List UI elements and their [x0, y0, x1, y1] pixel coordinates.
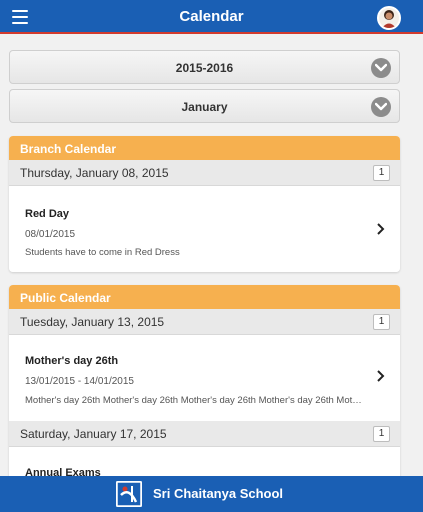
main-content: 2015-2016 January Branch Calendar Thursd… [0, 36, 423, 476]
date-row: Tuesday, January 13, 2015 1 [9, 309, 400, 335]
event-item[interactable]: Red Day 08/01/2015 Students have to come… [9, 186, 400, 272]
chevron-right-icon [377, 370, 385, 382]
event-title: Red Day [25, 208, 70, 220]
year-selector-label: 2015-2016 [175, 61, 234, 75]
branch-calendar-section: Branch Calendar Thursday, January 08, 20… [9, 136, 400, 272]
page-title: Calendar [179, 8, 244, 25]
count-badge: 1 [373, 426, 390, 442]
month-selector-label: January [181, 100, 228, 114]
section-header: Branch Calendar [9, 136, 400, 160]
event-description: Students have to come in Red Dress [25, 247, 180, 258]
date-label: Saturday, January 17, 2015 [20, 427, 167, 441]
school-logo [116, 481, 142, 507]
avatar[interactable] [377, 6, 401, 30]
date-row: Saturday, January 17, 2015 1 [9, 421, 400, 447]
event-description: Mother's day 26th Mother's day 26th Moth… [25, 395, 365, 406]
date-label: Thursday, January 08, 2015 [20, 166, 169, 180]
event-title: Annual Exams [25, 467, 101, 476]
app-bar: Calendar [0, 0, 423, 34]
event-title: Mother's day 26th [25, 355, 119, 367]
footer-bar: Sri Chaitanya School [0, 476, 423, 512]
event-date: 08/01/2015 [25, 229, 76, 240]
date-label: Tuesday, January 13, 2015 [20, 315, 165, 329]
count-badge: 1 [373, 165, 390, 181]
section-header: Public Calendar [9, 285, 400, 309]
chevron-down-icon [371, 58, 391, 78]
event-item[interactable]: Mother's day 26th 13/01/2015 - 14/01/201… [9, 335, 400, 421]
school-name: Sri Chaitanya School [153, 486, 284, 501]
date-row: Thursday, January 08, 2015 1 [9, 160, 400, 186]
month-selector[interactable]: January [9, 89, 400, 123]
chevron-right-icon [377, 223, 385, 235]
event-date: 13/01/2015 - 14/01/2015 [25, 376, 134, 387]
chevron-down-icon [371, 97, 391, 117]
year-selector[interactable]: 2015-2016 [9, 50, 400, 84]
public-calendar-section: Public Calendar Tuesday, January 13, 201… [9, 285, 400, 476]
event-item[interactable]: Annual Exams [9, 447, 400, 476]
count-badge: 1 [373, 314, 390, 330]
